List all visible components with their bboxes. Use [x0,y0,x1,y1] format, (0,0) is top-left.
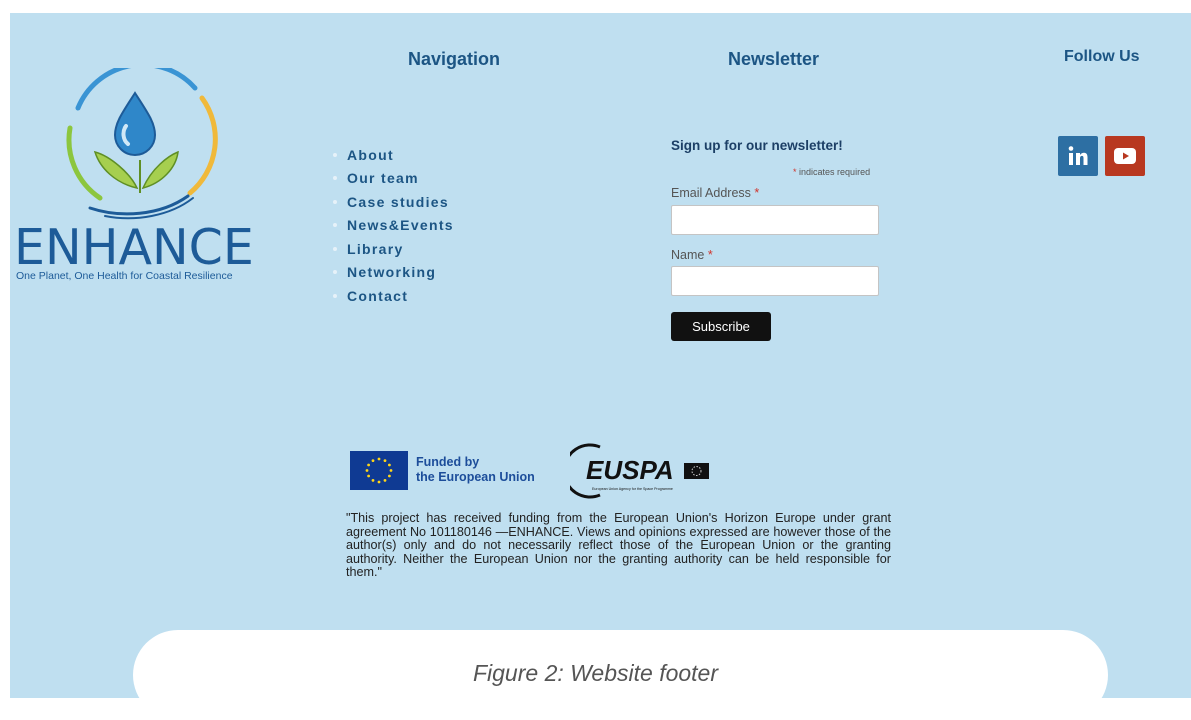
nav-item-networking[interactable]: Networking [333,261,454,285]
eu-line-1: Funded by [416,455,480,469]
newsletter-form-title: Sign up for our newsletter! [671,138,843,153]
funded-by-eu-text: Funded by the European Union [416,455,535,485]
name-field[interactable] [671,266,879,296]
nav-item-contact[interactable]: Contact [333,284,454,308]
youtube-link[interactable] [1105,136,1145,176]
euspa-wordmark: EUSPA [586,455,674,485]
newsletter-heading: Newsletter [728,49,820,69]
required-note: * indicates required [793,167,870,177]
required-note-text: indicates required [799,167,871,177]
brand-name: ENHANCE [14,219,254,276]
euspa-logo: EUSPA European Union Agency for the Spac… [570,443,709,499]
email-field[interactable] [671,205,879,235]
bullet-icon [333,152,337,157]
nav-item-our-team[interactable]: Our team [333,167,454,191]
bullet-icon [333,176,337,181]
nav-link-label[interactable]: News&Events [347,217,454,233]
nav-item-case-studies[interactable]: Case studies [333,190,454,214]
nav-link-label[interactable]: Networking [347,264,436,280]
required-star: * [754,186,760,200]
bullet-icon [333,223,337,228]
eu-flag-icon [350,451,408,490]
eu-line-2: the European Union [416,470,535,484]
linkedin-link[interactable] [1058,136,1098,176]
nav-link-label[interactable]: Library [347,241,404,257]
bullet-icon [333,270,337,275]
funding-disclaimer: "This project has received funding from … [346,511,891,580]
email-label-text: Email Address [671,186,751,200]
nav-link-label[interactable]: About [347,147,394,163]
nav-item-about[interactable]: About [333,143,454,167]
footer-nav-list: About Our team Case studies News&Events … [333,143,454,308]
nav-item-library[interactable]: Library [333,237,454,261]
subscribe-button[interactable]: Subscribe [671,312,771,341]
bullet-icon [333,293,337,298]
follow-us-heading: Follow Us [1064,48,1140,65]
bullet-icon [333,199,337,204]
required-star: * [707,248,713,262]
email-label: Email Address * [671,186,759,200]
figure-caption: Figure 2: Website footer [472,660,719,686]
linkedin-icon [1068,146,1088,165]
youtube-icon [1114,148,1136,164]
nav-link-label[interactable]: Our team [347,170,419,186]
nav-item-news-events[interactable]: News&Events [333,214,454,238]
name-label: Name * [671,248,713,262]
bullet-icon [333,246,337,251]
nav-link-label[interactable]: Case studies [347,194,449,210]
euspa-caption: European Union Agency for the Space Prog… [592,487,673,491]
brand-tagline: One Planet, One Health for Coastal Resil… [16,270,233,282]
required-star: * [793,167,797,177]
name-label-text: Name [671,248,705,262]
navigation-heading: Navigation [408,49,501,69]
nav-link-label[interactable]: Contact [347,288,408,304]
